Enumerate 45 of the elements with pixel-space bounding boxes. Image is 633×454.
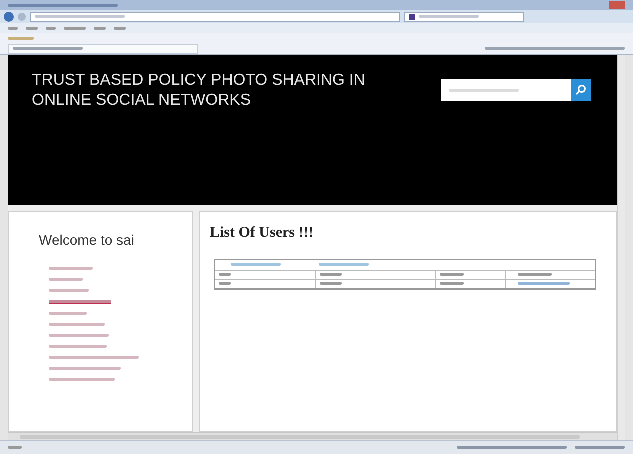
list-heading: List Of Users !!! [210, 224, 315, 243]
sidebar-link[interactable] [49, 323, 105, 326]
back-icon[interactable] [4, 12, 14, 22]
illegible-text [320, 282, 342, 285]
sidebar-link[interactable] [49, 367, 121, 370]
illegible-text [518, 273, 552, 276]
illegible-text [13, 47, 83, 50]
welcome-heading: Welcome to sai [39, 231, 136, 250]
illegible-text [219, 282, 231, 285]
sidebar-link[interactable] [49, 378, 115, 381]
sidebar-link[interactable] [49, 289, 89, 292]
illegible-text [231, 263, 281, 266]
close-button[interactable] [609, 1, 625, 9]
search-input[interactable] [441, 79, 571, 101]
search-icon [575, 84, 587, 96]
illegible-text [64, 26, 86, 30]
illegible-text [319, 263, 369, 266]
illegible-text [219, 273, 231, 276]
address-field[interactable] [30, 12, 400, 22]
illegible-text [419, 15, 479, 18]
illegible-text [518, 282, 570, 285]
illegible-text [8, 446, 22, 449]
illegible-text [320, 273, 342, 276]
illegible-text [26, 26, 38, 30]
illegible-text [94, 26, 106, 30]
sidebar-link[interactable] [49, 345, 107, 348]
site-title: TRUST BASED POLICY PHOTO SHARING IN ONLINE SOCIAL NETWORKS [32, 71, 366, 111]
illegible-text [114, 26, 126, 30]
sidebar-link[interactable] [49, 312, 87, 315]
illegible-text [46, 26, 56, 30]
illegible-text [440, 282, 464, 285]
sidebar-link[interactable] [49, 300, 111, 304]
illegible-text [8, 26, 18, 30]
sidebar-link[interactable] [49, 334, 109, 337]
forward-icon[interactable] [18, 12, 26, 20]
illegible-text [449, 88, 519, 92]
search-field[interactable] [404, 12, 524, 22]
browser-tab[interactable] [8, 44, 198, 54]
sidebar-link[interactable] [49, 356, 139, 359]
illegible-text [440, 273, 464, 276]
search-button[interactable] [571, 79, 591, 101]
illegible-text [8, 36, 34, 40]
illegible-text [575, 446, 625, 449]
sidebar-link[interactable] [49, 278, 83, 281]
sidebar-link[interactable] [49, 267, 93, 270]
